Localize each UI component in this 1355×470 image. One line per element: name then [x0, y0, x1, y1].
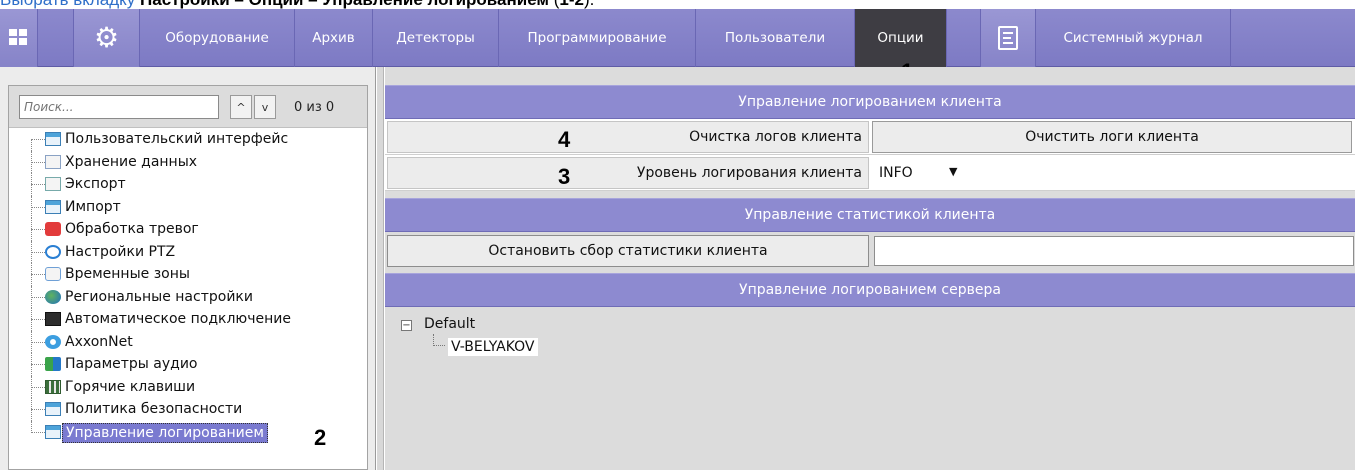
tree-item-label: Горячие клавиши — [65, 378, 196, 395]
tree-item-alarms[interactable]: Обработка тревог — [9, 218, 367, 241]
search-input[interactable] — [19, 95, 219, 119]
menu-archive[interactable]: Архив — [295, 9, 373, 67]
tree-item-ui[interactable]: Пользовательский интерфейс — [9, 128, 367, 151]
stop-stats-button[interactable]: Остановить сбор статистики клиента — [387, 235, 869, 267]
window-icon — [45, 199, 61, 214]
client-stats-header: Управление статистикой клиента — [385, 198, 1355, 232]
tree-item-label: Экспорт — [65, 176, 126, 192]
log-level-select[interactable]: INFO ▼ — [874, 160, 972, 186]
settings-tree: Пользовательский интерфейс Хранение данн… — [9, 128, 367, 443]
tree-item-label: Параметры аудио — [65, 356, 198, 372]
hotkeys-icon — [45, 379, 61, 394]
tree-item-label: AxxonNet — [65, 333, 133, 350]
log-level-row: Уровень логирования клиента INFO ▼ — [385, 155, 1355, 191]
tree-item-label: Автоматическое подключение — [65, 311, 291, 327]
tree-item-label: Хранение данных — [65, 153, 198, 170]
tree-item-auto-connect[interactable]: Автоматическое подключение — [9, 308, 367, 331]
search-next-button[interactable]: v — [254, 95, 276, 119]
clear-logs-label-text: Очистка логов клиента — [689, 129, 862, 145]
tree-item-label: Политика безопасности — [65, 401, 243, 417]
logging-settings-panel: Управление логированием клиента Очистка … — [385, 67, 1355, 470]
stats-row: Остановить сбор статистики клиента — [385, 232, 1355, 268]
clear-client-logs-button[interactable]: Очистить логи клиента — [872, 121, 1352, 153]
main-menubar: ⚙ Оборудование Архив Детекторы Программи… — [0, 9, 1355, 67]
tree-item-regional[interactable]: Региональные настройки — [9, 285, 367, 308]
chevron-up-icon: ^ — [236, 100, 246, 114]
window-icon — [45, 402, 61, 416]
stats-field[interactable] — [874, 236, 1354, 266]
tree-item-label: Управление логированием — [62, 422, 268, 443]
server-tree-node[interactable]: V-BELYAKOV — [448, 338, 538, 356]
log-level-label-text: Уровень логирования клиента — [636, 165, 862, 181]
menu-detectors[interactable]: Детекторы — [373, 9, 499, 67]
journal-icon — [998, 26, 1018, 50]
tree-item-security-policy[interactable]: Политика безопасности — [9, 398, 367, 421]
chevron-down-icon: v — [261, 100, 269, 114]
clear-logs-row: Очистка логов клиента Очистить логи клие… — [385, 119, 1355, 155]
menu-system-journal[interactable]: Системный журнал — [1036, 9, 1231, 67]
server-tree-root[interactable]: Default — [424, 316, 475, 332]
marker-3: 3 — [558, 164, 571, 189]
instruction-end: ). — [584, 0, 594, 9]
tree-item-label: Обработка тревог — [65, 221, 199, 237]
audio-icon — [45, 357, 61, 371]
ptz-icon — [45, 244, 61, 259]
settings-tree-frame: ^ v 0 из 0 Пользовательский интерфейс Хр… — [8, 85, 368, 470]
tree-item-import[interactable]: Импорт — [9, 195, 367, 218]
tree-item-hotkeys[interactable]: Горячие клавиши — [9, 375, 367, 398]
marker-2: 2 — [314, 425, 327, 450]
system-log-icon-button[interactable] — [981, 9, 1036, 67]
menu-programming[interactable]: Программирование — [499, 9, 696, 67]
tree-item-label: Региональные настройки — [65, 288, 253, 305]
tree-item-label: Настройки PTZ — [65, 243, 176, 260]
storage-icon — [45, 154, 61, 169]
globe-icon — [45, 289, 61, 304]
instruction-path: Настройки – Опции – Управление логирован… — [140, 0, 549, 9]
search-prev-button[interactable]: ^ — [230, 95, 252, 119]
server-tree: − Default V-BELYAKOV — [385, 307, 1355, 470]
settings-button[interactable]: ⚙ — [74, 9, 140, 67]
search-bar: ^ v 0 из 0 — [9, 86, 367, 128]
instruction-steps: 1-2 — [559, 0, 584, 9]
time-zones-icon — [45, 267, 61, 281]
window-icon — [45, 132, 61, 146]
gear-icon: ⚙ — [93, 21, 120, 54]
log-level-label: Уровень логирования клиента — [387, 157, 869, 189]
collapse-toggle-icon[interactable]: − — [401, 320, 412, 331]
settings-tree-panel: ^ v 0 из 0 Пользовательский интерфейс Хр… — [0, 67, 376, 470]
tree-item-ptz[interactable]: Настройки PTZ — [9, 240, 367, 263]
tree-connector — [433, 334, 445, 346]
client-logging-header: Управление логированием клиента — [385, 85, 1355, 119]
search-count: 0 из 0 — [294, 100, 335, 115]
tree-item-axxonnet[interactable]: AxxonNet — [9, 330, 367, 353]
menu-users[interactable]: Пользователи — [696, 9, 855, 67]
tree-item-export[interactable]: Экспорт — [9, 173, 367, 196]
window-icon — [45, 424, 61, 439]
alarm-icon — [45, 222, 61, 236]
tree-item-audio[interactable]: Параметры аудио — [9, 353, 367, 376]
menubar-spacer — [38, 9, 74, 67]
instruction-text: Выбрать вкладку Настройки – Опции – Упра… — [0, 0, 1355, 9]
tree-item-storage[interactable]: Хранение данных — [9, 150, 367, 173]
log-level-value: INFO — [879, 165, 913, 181]
instruction-paren: ( — [549, 0, 560, 9]
dropdown-arrow-icon: ▼ — [949, 165, 958, 178]
axxonnet-icon — [45, 334, 61, 349]
menubar-spacer-2 — [947, 9, 981, 67]
export-icon — [45, 177, 61, 191]
tree-item-label: Пользовательский интерфейс — [65, 131, 289, 147]
apps-grid-button[interactable] — [0, 9, 38, 67]
clear-logs-label: Очистка логов клиента — [387, 121, 869, 153]
auto-connect-icon — [45, 312, 61, 326]
marker-4: 4 — [558, 127, 571, 152]
server-logging-header: Управление логированием сервера — [385, 273, 1355, 307]
grid-icon — [8, 29, 29, 47]
menu-equipment[interactable]: Оборудование — [140, 9, 295, 67]
tree-item-label: Импорт — [65, 198, 121, 215]
tree-item-label: Временные зоны — [65, 266, 190, 282]
tree-item-time-zones[interactable]: Временные зоны — [9, 263, 367, 286]
panel-splitter[interactable] — [377, 67, 384, 470]
instruction-prefix: Выбрать вкладку — [0, 0, 140, 9]
